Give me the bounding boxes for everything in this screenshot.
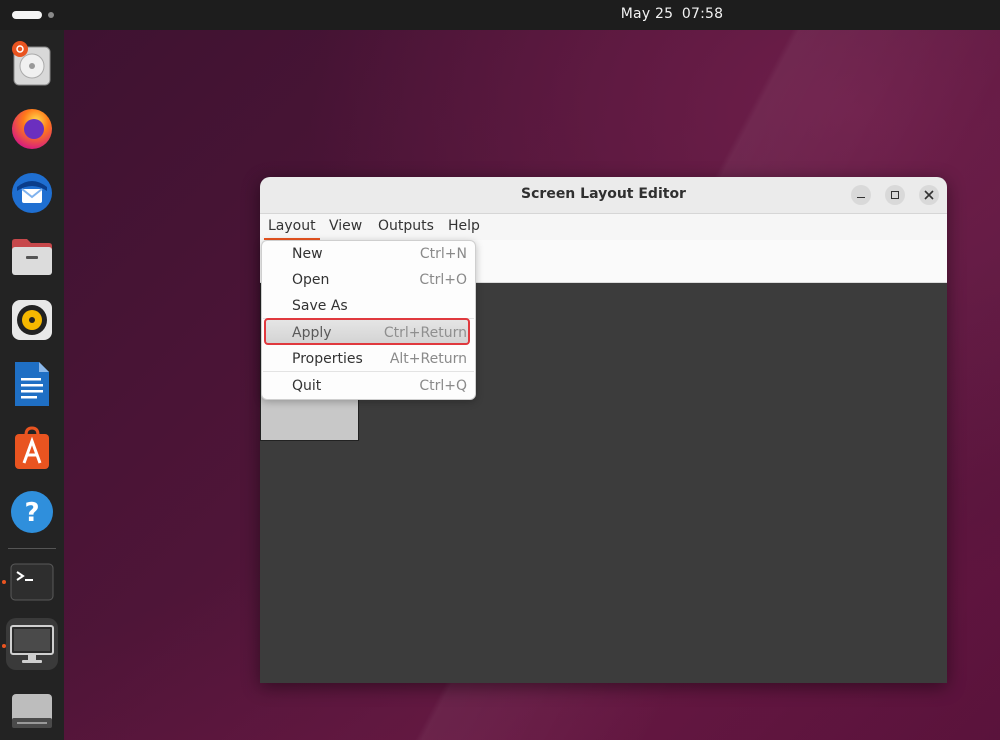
dock-item-app-center[interactable] xyxy=(6,422,58,474)
display-running-indicator xyxy=(2,644,6,648)
menu-item-label: Apply xyxy=(292,325,332,341)
writer-icon xyxy=(15,362,49,406)
layout-menu-dropdown: New Ctrl+N Open Ctrl+O Save As Apply Ctr… xyxy=(261,240,476,400)
drive-icon xyxy=(12,694,52,728)
app-center-icon xyxy=(15,426,49,469)
title-bar[interactable]: Screen Layout Editor xyxy=(260,177,947,214)
clock-date: May 25 xyxy=(620,6,674,22)
top-bar: May 25 07:58 xyxy=(0,0,1000,30)
rhythmbox-icon xyxy=(12,300,52,340)
dock-separator xyxy=(8,548,56,549)
menu-item-apply[interactable]: Apply Ctrl+Return xyxy=(262,320,475,346)
menu-item-open[interactable]: Open Ctrl+O xyxy=(262,267,475,293)
menu-item-label: New xyxy=(292,246,323,262)
menu-bar: Layout View Outputs Help xyxy=(260,214,947,240)
menu-item-accelerator: Ctrl+N xyxy=(419,246,467,262)
menu-item-label: Properties xyxy=(292,351,363,367)
menu-outputs[interactable]: Outputs xyxy=(374,218,438,240)
dock-item-drive[interactable] xyxy=(6,684,58,736)
menu-item-label: Quit xyxy=(292,378,322,394)
disk-usage-icon xyxy=(12,41,51,86)
menu-item-label: Open xyxy=(292,272,330,288)
menu-help[interactable]: Help xyxy=(444,218,484,240)
terminal-icon xyxy=(10,563,54,601)
dock-item-files[interactable] xyxy=(6,230,58,282)
menu-item-accelerator: Ctrl+Q xyxy=(419,378,467,394)
dock-item-rhythmbox[interactable] xyxy=(6,294,58,346)
menu-item-quit[interactable]: Quit Ctrl+Q xyxy=(262,373,475,399)
menu-separator xyxy=(263,371,474,372)
dock-item-firefox[interactable] xyxy=(6,102,58,154)
svg-text:?: ? xyxy=(24,498,39,528)
minimize-button[interactable] xyxy=(851,185,871,205)
files-icon xyxy=(12,239,52,275)
window-title: Screen Layout Editor xyxy=(521,186,686,202)
menu-item-label: Save As xyxy=(292,298,348,314)
terminal-running-indicator xyxy=(2,580,6,584)
menu-layout[interactable]: Layout xyxy=(264,218,320,240)
dock-item-display[interactable] xyxy=(6,618,58,670)
minimize-icon xyxy=(857,196,865,199)
menu-item-accelerator: Ctrl+Return xyxy=(383,325,467,341)
thunderbird-icon xyxy=(12,173,52,213)
clock-time: 07:58 xyxy=(681,6,724,22)
dock-item-terminal[interactable] xyxy=(6,556,58,608)
maximize-button[interactable] xyxy=(885,185,905,205)
maximize-icon xyxy=(891,191,899,199)
close-icon xyxy=(924,190,934,200)
dock-item-help[interactable]: ? xyxy=(6,486,58,538)
menu-item-accelerator: Ctrl+O xyxy=(419,272,467,288)
clock[interactable]: May 25 07:58 xyxy=(0,6,1000,22)
menu-item-save-as[interactable]: Save As xyxy=(262,293,475,319)
dock-item-disk-usage[interactable] xyxy=(6,38,58,90)
dock: ? xyxy=(0,30,64,740)
dock-item-thunderbird[interactable] xyxy=(6,166,58,218)
dock-item-writer[interactable] xyxy=(6,358,58,410)
firefox-icon xyxy=(12,109,52,149)
menu-item-new[interactable]: New Ctrl+N xyxy=(262,241,475,267)
menu-item-properties[interactable]: Properties Alt+Return xyxy=(262,346,475,372)
help-icon: ? xyxy=(11,491,53,533)
menu-item-accelerator: Alt+Return xyxy=(389,351,467,367)
close-button[interactable] xyxy=(919,185,939,205)
menu-view[interactable]: View xyxy=(325,218,366,240)
display-icon xyxy=(10,625,54,663)
